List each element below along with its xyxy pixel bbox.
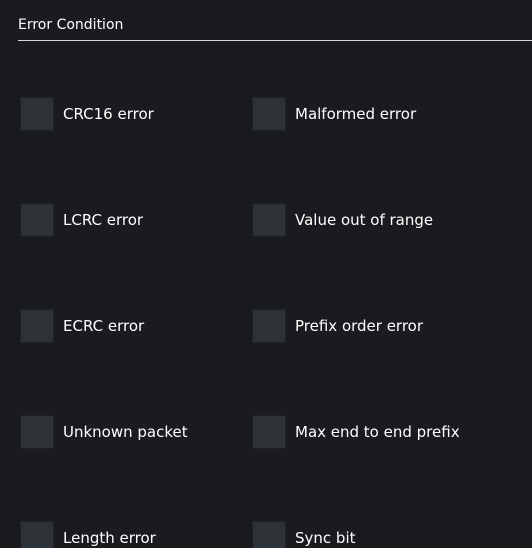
error-options-grid: CRC16 error Malformed error LCRC error V…	[20, 94, 532, 548]
malformed-error-option[interactable]: Malformed error	[252, 94, 416, 134]
options-row: LCRC error Value out of range	[20, 200, 532, 306]
max-end-to-end-prefix-label: Max end to end prefix	[295, 423, 460, 441]
malformed-error-checkbox[interactable]	[252, 97, 286, 131]
lcrc-error-label: LCRC error	[63, 211, 144, 229]
sync-bit-checkbox[interactable]	[252, 521, 286, 548]
value-out-of-range-label: Value out of range	[295, 211, 434, 229]
options-row: ECRC error Prefix order error	[20, 306, 532, 412]
ecrc-error-label: ECRC error	[63, 317, 145, 335]
ecrc-error-option[interactable]: ECRC error	[20, 306, 144, 346]
options-row: Unknown packet Max end to end prefix	[20, 412, 532, 518]
lcrc-error-checkbox[interactable]	[20, 203, 54, 237]
sync-bit-label: Sync bit	[295, 529, 356, 547]
length-error-label: Length error	[63, 529, 156, 547]
unknown-packet-option[interactable]: Unknown packet	[20, 412, 188, 452]
crc16-error-label: CRC16 error	[63, 105, 154, 123]
prefix-order-error-option[interactable]: Prefix order error	[252, 306, 423, 346]
prefix-order-error-label: Prefix order error	[295, 317, 424, 335]
error-condition-panel: Error Condition CRC16 error Malformed er…	[0, 0, 532, 548]
max-end-to-end-prefix-checkbox[interactable]	[252, 415, 286, 449]
value-out-of-range-option[interactable]: Value out of range	[252, 200, 433, 240]
value-out-of-range-checkbox[interactable]	[252, 203, 286, 237]
unknown-packet-checkbox[interactable]	[20, 415, 54, 449]
length-error-option[interactable]: Length error	[20, 518, 156, 548]
crc16-error-option[interactable]: CRC16 error	[20, 94, 154, 134]
section-title: Error Condition	[18, 17, 124, 33]
section-divider	[18, 40, 532, 41]
options-row: CRC16 error Malformed error	[20, 94, 532, 200]
crc16-error-checkbox[interactable]	[20, 97, 54, 131]
max-end-to-end-prefix-option[interactable]: Max end to end prefix	[252, 412, 460, 452]
prefix-order-error-checkbox[interactable]	[252, 309, 286, 343]
length-error-checkbox[interactable]	[20, 521, 54, 548]
malformed-error-label: Malformed error	[295, 105, 417, 123]
ecrc-error-checkbox[interactable]	[20, 309, 54, 343]
lcrc-error-option[interactable]: LCRC error	[20, 200, 143, 240]
options-row: Length error Sync bit	[20, 518, 532, 548]
unknown-packet-label: Unknown packet	[63, 423, 188, 441]
sync-bit-option[interactable]: Sync bit	[252, 518, 356, 548]
